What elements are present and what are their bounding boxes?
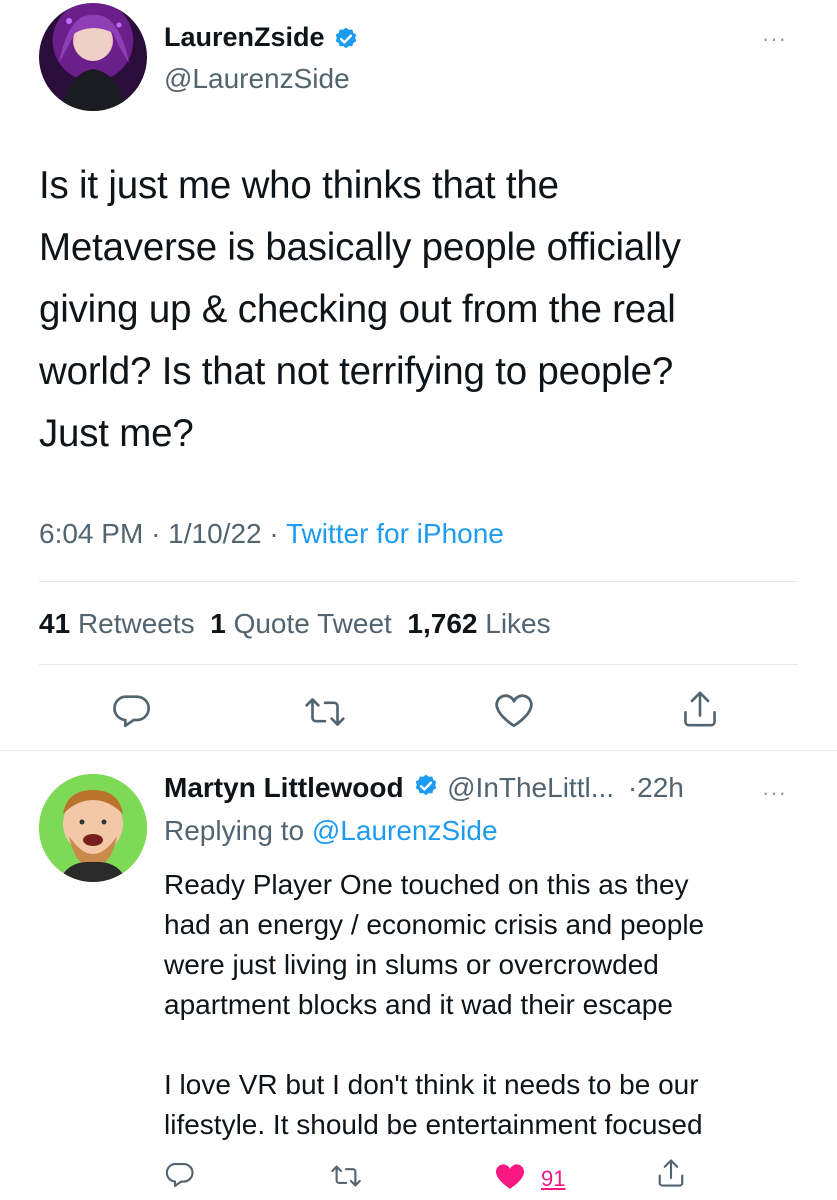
quotes-stat[interactable]: 1 Quote Tweet	[210, 608, 392, 639]
reply-age: ·22h	[627, 772, 684, 803]
replying-to-line: Replying to @LaurenzSide	[164, 815, 498, 847]
reply-header: Martyn Littlewood @InTheLittl... ·22h	[164, 772, 684, 806]
likes-label: Likes	[485, 608, 551, 639]
more-options-icon[interactable]: ···	[762, 28, 787, 50]
verified-badge-icon	[333, 26, 359, 57]
replying-to-handle[interactable]: @LaurenzSide	[312, 815, 498, 846]
likes-stat[interactable]: 1,762 Likes	[407, 608, 550, 639]
author-avatar[interactable]	[39, 3, 147, 111]
reply-like-icon[interactable]	[493, 1160, 527, 1192]
likes-count: 1,762	[407, 608, 478, 639]
reply-text: Ready Player One touched on this as they…	[164, 869, 705, 1140]
reply-author-name[interactable]: Martyn Littlewood	[164, 772, 404, 803]
retweets-label: Retweets	[77, 608, 195, 639]
reply-reply-icon[interactable]	[165, 1159, 195, 1189]
author-name[interactable]: LaurenZside	[164, 22, 325, 52]
quotes-label: Quote Tweet	[233, 608, 392, 639]
author-handle[interactable]: @LaurenzSide	[164, 63, 350, 95]
reply-more-options-icon[interactable]: ···	[762, 782, 787, 804]
tweet-time: 6:04 PM	[39, 518, 144, 549]
tweet-source-link[interactable]: Twitter for iPhone	[286, 518, 504, 549]
reply-like-count[interactable]: 91	[541, 1166, 565, 1192]
like-icon[interactable]	[493, 690, 535, 730]
author-name-row[interactable]: LaurenZside	[164, 22, 359, 57]
reply-retweet-icon[interactable]	[329, 1161, 363, 1191]
divider	[39, 664, 798, 665]
divider	[0, 750, 837, 751]
tweet-meta: 6:04 PM · 1/10/22 · Twitter for iPhone	[39, 518, 504, 550]
verified-badge-icon	[413, 773, 439, 806]
share-icon[interactable]	[680, 688, 720, 730]
meta-separator: ·	[151, 518, 161, 549]
tweet-date: 1/10/22	[168, 518, 262, 549]
replying-to-prefix: Replying to	[164, 815, 305, 846]
reply-icon[interactable]	[112, 690, 152, 730]
retweets-count: 41	[39, 608, 71, 639]
reply-author-avatar[interactable]	[39, 774, 147, 882]
tweet-text: Is it just me who thinks that the Metave…	[39, 164, 681, 455]
meta-separator: ·	[269, 518, 279, 549]
retweets-stat[interactable]: 41 Retweets	[39, 608, 195, 639]
tweet-stats: 41 Retweets 1 Quote Tweet 1,762 Likes	[39, 608, 551, 640]
reply-author-handle[interactable]: @InTheLittl...	[447, 772, 614, 803]
quotes-count: 1	[210, 608, 226, 639]
reply-share-icon[interactable]	[656, 1156, 686, 1190]
retweet-icon[interactable]	[303, 692, 347, 732]
divider	[39, 581, 798, 582]
